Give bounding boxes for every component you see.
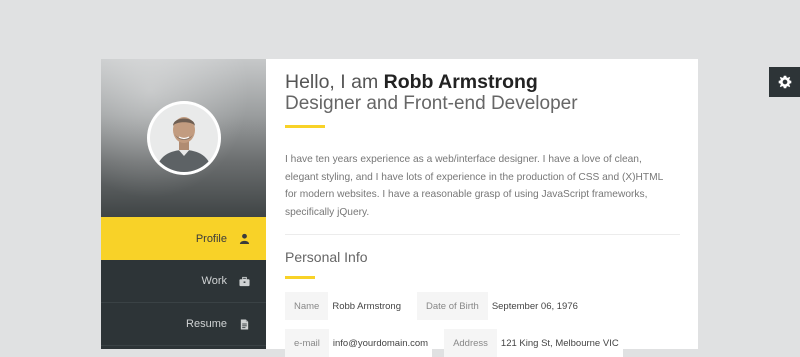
avatar-portrait — [150, 104, 218, 172]
info-row: e-mail info@yourdomain.com Address 121 K… — [285, 329, 623, 357]
info-value: 121 King St, Melbourne VIC — [496, 329, 623, 357]
section-divider — [285, 234, 680, 235]
section-title: Personal Info — [285, 249, 368, 265]
info-label: Address — [453, 337, 488, 349]
page-title: Hello, I am Robb Armstrong — [285, 71, 538, 94]
info-row: Name Robb Armstrong Date of Birth Septem… — [285, 292, 582, 320]
title-accent-line — [285, 125, 325, 128]
info-field-address: Address 121 King St, Melbourne VIC — [444, 329, 623, 357]
briefcase-icon — [239, 276, 250, 286]
document-icon — [240, 318, 249, 330]
bio-text: I have ten years experience as a web/int… — [285, 154, 663, 218]
nav-item-work[interactable]: Work — [101, 260, 266, 303]
nav-item-profile[interactable]: Profile — [101, 217, 266, 260]
settings-button[interactable] — [769, 67, 800, 97]
info-value[interactable]: info@yourdomain.com — [328, 329, 433, 357]
nav-item-resume[interactable]: Resume — [101, 303, 266, 346]
user-icon — [239, 233, 250, 244]
section-accent-line — [285, 276, 315, 279]
page-subtitle: Designer and Front-end Developer — [285, 93, 578, 114]
greeting: Hello, I am — [285, 71, 379, 93]
profile-card: Profile Work Resume Hello, I am Robb Arm… — [101, 59, 698, 357]
nav-item-label: Profile — [195, 232, 227, 245]
avatar — [147, 101, 221, 175]
sidebar: Profile Work Resume — [101, 59, 266, 349]
gear-icon — [778, 75, 791, 89]
info-label: e-mail — [294, 337, 320, 349]
info-value: September 06, 1976 — [487, 292, 582, 320]
nav-item-label: Work — [201, 275, 227, 287]
info-field-email: e-mail info@yourdomain.com — [285, 329, 433, 357]
profile-photo-area — [101, 59, 266, 217]
info-field-name: Name Robb Armstrong — [285, 292, 405, 320]
nav-item-label: Resume — [186, 318, 227, 330]
person-name: Robb Armstrong — [383, 71, 538, 93]
info-field-dob: Date of Birth September 06, 1976 — [417, 292, 582, 320]
info-label: Name — [294, 300, 320, 312]
info-label: Date of Birth — [426, 300, 479, 312]
info-value: Robb Armstrong — [328, 292, 405, 320]
